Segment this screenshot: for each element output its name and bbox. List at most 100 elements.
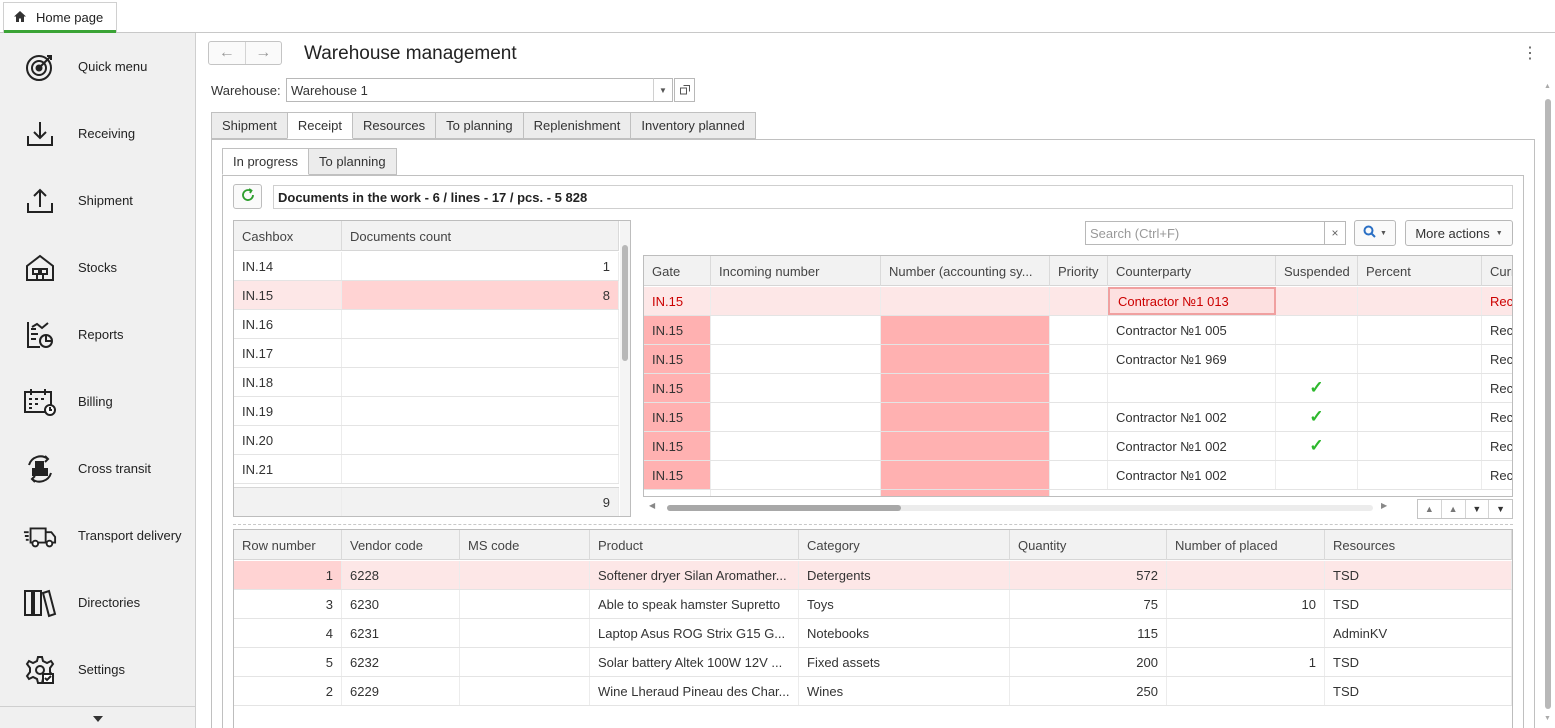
table-row[interactable]: IN.16 [234, 310, 619, 339]
sidebar-item-cross-transit[interactable]: Cross transit [0, 435, 195, 502]
sidebar-item-billing[interactable]: Billing [0, 368, 195, 435]
tab-shipment[interactable]: Shipment [211, 112, 288, 139]
sidebar-item-directories[interactable]: Directories [0, 569, 195, 636]
column-header-cashbox[interactable]: Cashbox [234, 221, 342, 251]
back-button[interactable]: ← [209, 42, 246, 64]
cell-suspended: ✓ [1276, 403, 1358, 431]
column-header-resources[interactable]: Resources [1325, 530, 1512, 560]
tab-receipt[interactable]: Receipt [286, 112, 353, 139]
cell-counterparty-focused[interactable]: Contractor №1 013 [1108, 287, 1276, 315]
sidebar-item-shipment[interactable]: Shipment [0, 167, 195, 234]
cashbox-table: Cashbox Documents count IN.14 1 IN.15 8 … [233, 220, 631, 517]
column-header-priority[interactable]: Priority [1050, 256, 1108, 286]
documents-horizontal-scrollbar[interactable]: ◀ ▶ [643, 501, 1389, 515]
table-row[interactable]: IN.15 Contractor №1 002 ✓ Rec [644, 432, 1512, 461]
column-header-category[interactable]: Category [799, 530, 1010, 560]
sidebar-item-reports[interactable]: Reports [0, 301, 195, 368]
table-row[interactable]: IN.17 [234, 339, 619, 368]
warehouse-icon [23, 251, 57, 285]
table-row[interactable]: IN.15 ✓ Rec [644, 374, 1512, 403]
table-row[interactable]: IN.15 Contractor №1 002 Rec [644, 461, 1512, 490]
table-row[interactable]: IN.15 Contractor №1 002 ✓ Rec [644, 403, 1512, 432]
column-header-counterparty[interactable]: Counterparty [1108, 256, 1276, 286]
table-row[interactable]: IN.18 [234, 368, 619, 397]
table-row-selected[interactable]: IN.15 Contractor №1 013 Rec [644, 287, 1512, 316]
sidebar-item-quick-menu[interactable]: Quick menu [0, 33, 195, 100]
sidebar-expand-button[interactable] [0, 706, 195, 728]
column-header-number-accounting[interactable]: Number (accounting sy... [881, 256, 1050, 286]
more-options-icon[interactable]: ⋮ [1522, 43, 1538, 63]
scrollbar-thumb[interactable] [667, 505, 901, 511]
chevron-double-down-icon: ▼ [1496, 504, 1506, 514]
column-header-product[interactable]: Product [590, 530, 799, 560]
table-row-selected[interactable]: IN.15 8 [234, 281, 619, 310]
tab-resources[interactable]: Resources [352, 112, 437, 139]
cell-priority [1050, 432, 1108, 460]
scroll-right-icon[interactable]: ▶ [1381, 501, 1387, 510]
sidebar-item-settings[interactable]: Settings [0, 636, 195, 703]
prev-page-button[interactable]: ▲ [1442, 500, 1466, 518]
more-actions-button[interactable]: More actions ▼ [1405, 220, 1513, 246]
scrollbar-thumb[interactable] [622, 245, 628, 361]
first-page-button[interactable]: ▲ [1418, 500, 1442, 518]
warehouse-field[interactable]: Warehouse 1 [286, 78, 673, 102]
scroll-up-icon[interactable]: ▲ [1544, 83, 1551, 90]
home-page-tab[interactable]: Home page [3, 2, 117, 33]
books-icon [23, 586, 57, 620]
column-header-gate[interactable]: Gate [644, 256, 711, 286]
reports-icon [23, 318, 57, 352]
sidebar-item-stocks[interactable]: Stocks [0, 234, 195, 301]
scroll-left-icon[interactable]: ◀ [649, 501, 655, 510]
table-row[interactable]: IN.19 [234, 397, 619, 426]
tab-to-planning[interactable]: To planning [435, 112, 524, 139]
cashbox-scrollbar[interactable] [620, 221, 630, 516]
table-row[interactable]: IN.14 1 [234, 252, 619, 281]
search-input[interactable]: Search (Ctrl+F) [1085, 221, 1325, 245]
tab-inventory-planned[interactable]: Inventory planned [630, 112, 756, 139]
column-header-ms-code[interactable]: MS code [460, 530, 590, 560]
sidebar-item-label: Stocks [78, 260, 118, 275]
column-header-row-number[interactable]: Row number [234, 530, 342, 560]
column-header-vendor-code[interactable]: Vendor code [342, 530, 460, 560]
cell-quantity: 572 [1010, 561, 1167, 589]
checkmark-icon: ✓ [1309, 378, 1324, 397]
table-row[interactable]: IN.15 Contractor №1 969 Rec [644, 345, 1512, 374]
cell-resources: TSD [1325, 561, 1512, 589]
column-header-incoming-number[interactable]: Incoming number [711, 256, 881, 286]
column-header-current[interactable]: Curr [1482, 256, 1512, 286]
scrollbar-thumb[interactable] [1545, 99, 1551, 709]
sidebar-item-transport-delivery[interactable]: Transport delivery [0, 502, 195, 569]
next-page-button[interactable]: ▼ [1466, 500, 1490, 518]
cell-product: Solar battery Altek 100W 12V ... [590, 648, 799, 676]
table-row[interactable]: 5 6232 Solar battery Altek 100W 12V ... … [234, 648, 1512, 677]
last-page-button[interactable]: ▼ [1489, 500, 1512, 518]
column-header-number-of-placed[interactable]: Number of placed [1167, 530, 1325, 560]
subtab-to-planning[interactable]: To planning [308, 148, 397, 175]
panel-splitter[interactable] [233, 524, 1513, 525]
column-header-percent[interactable]: Percent [1358, 256, 1482, 286]
clear-search-button[interactable]: × [1324, 221, 1346, 245]
column-header-quantity[interactable]: Quantity [1010, 530, 1167, 560]
warehouse-open-button[interactable] [674, 78, 695, 102]
footer-cell-empty [234, 488, 342, 516]
column-header-suspended[interactable]: Suspended [1276, 256, 1358, 286]
column-header-documents-count[interactable]: Documents count [342, 221, 619, 251]
table-row[interactable]: 3 6230 Able to speak hamster Supretto To… [234, 590, 1512, 619]
scroll-down-icon[interactable]: ▼ [1544, 715, 1551, 722]
forward-button[interactable]: → [246, 42, 282, 64]
cell-current: Rec [1482, 432, 1512, 460]
cell-cashbox: IN.16 [234, 310, 342, 338]
tab-replenishment[interactable]: Replenishment [522, 112, 632, 139]
table-row[interactable]: 2 6229 Wine Lheraud Pineau des Char... W… [234, 677, 1512, 706]
table-row[interactable]: IN.21 [234, 455, 619, 484]
table-row[interactable]: IN.20 [234, 426, 619, 455]
table-row[interactable]: 4 6231 Laptop Asus ROG Strix G15 G... No… [234, 619, 1512, 648]
table-row-selected[interactable]: 1 6228 Softener dryer Silan Aromather...… [234, 561, 1512, 590]
sidebar-item-receiving[interactable]: Receiving [0, 100, 195, 167]
search-button[interactable]: ▼ [1354, 220, 1396, 246]
page-scrollbar[interactable]: ▲ ▼ [1542, 83, 1554, 728]
subtab-in-progress[interactable]: In progress [222, 148, 310, 175]
table-row[interactable]: IN.15 Contractor №1 005 Rec [644, 316, 1512, 345]
warehouse-dropdown-button[interactable]: ▼ [653, 78, 673, 102]
refresh-button[interactable] [233, 184, 262, 209]
